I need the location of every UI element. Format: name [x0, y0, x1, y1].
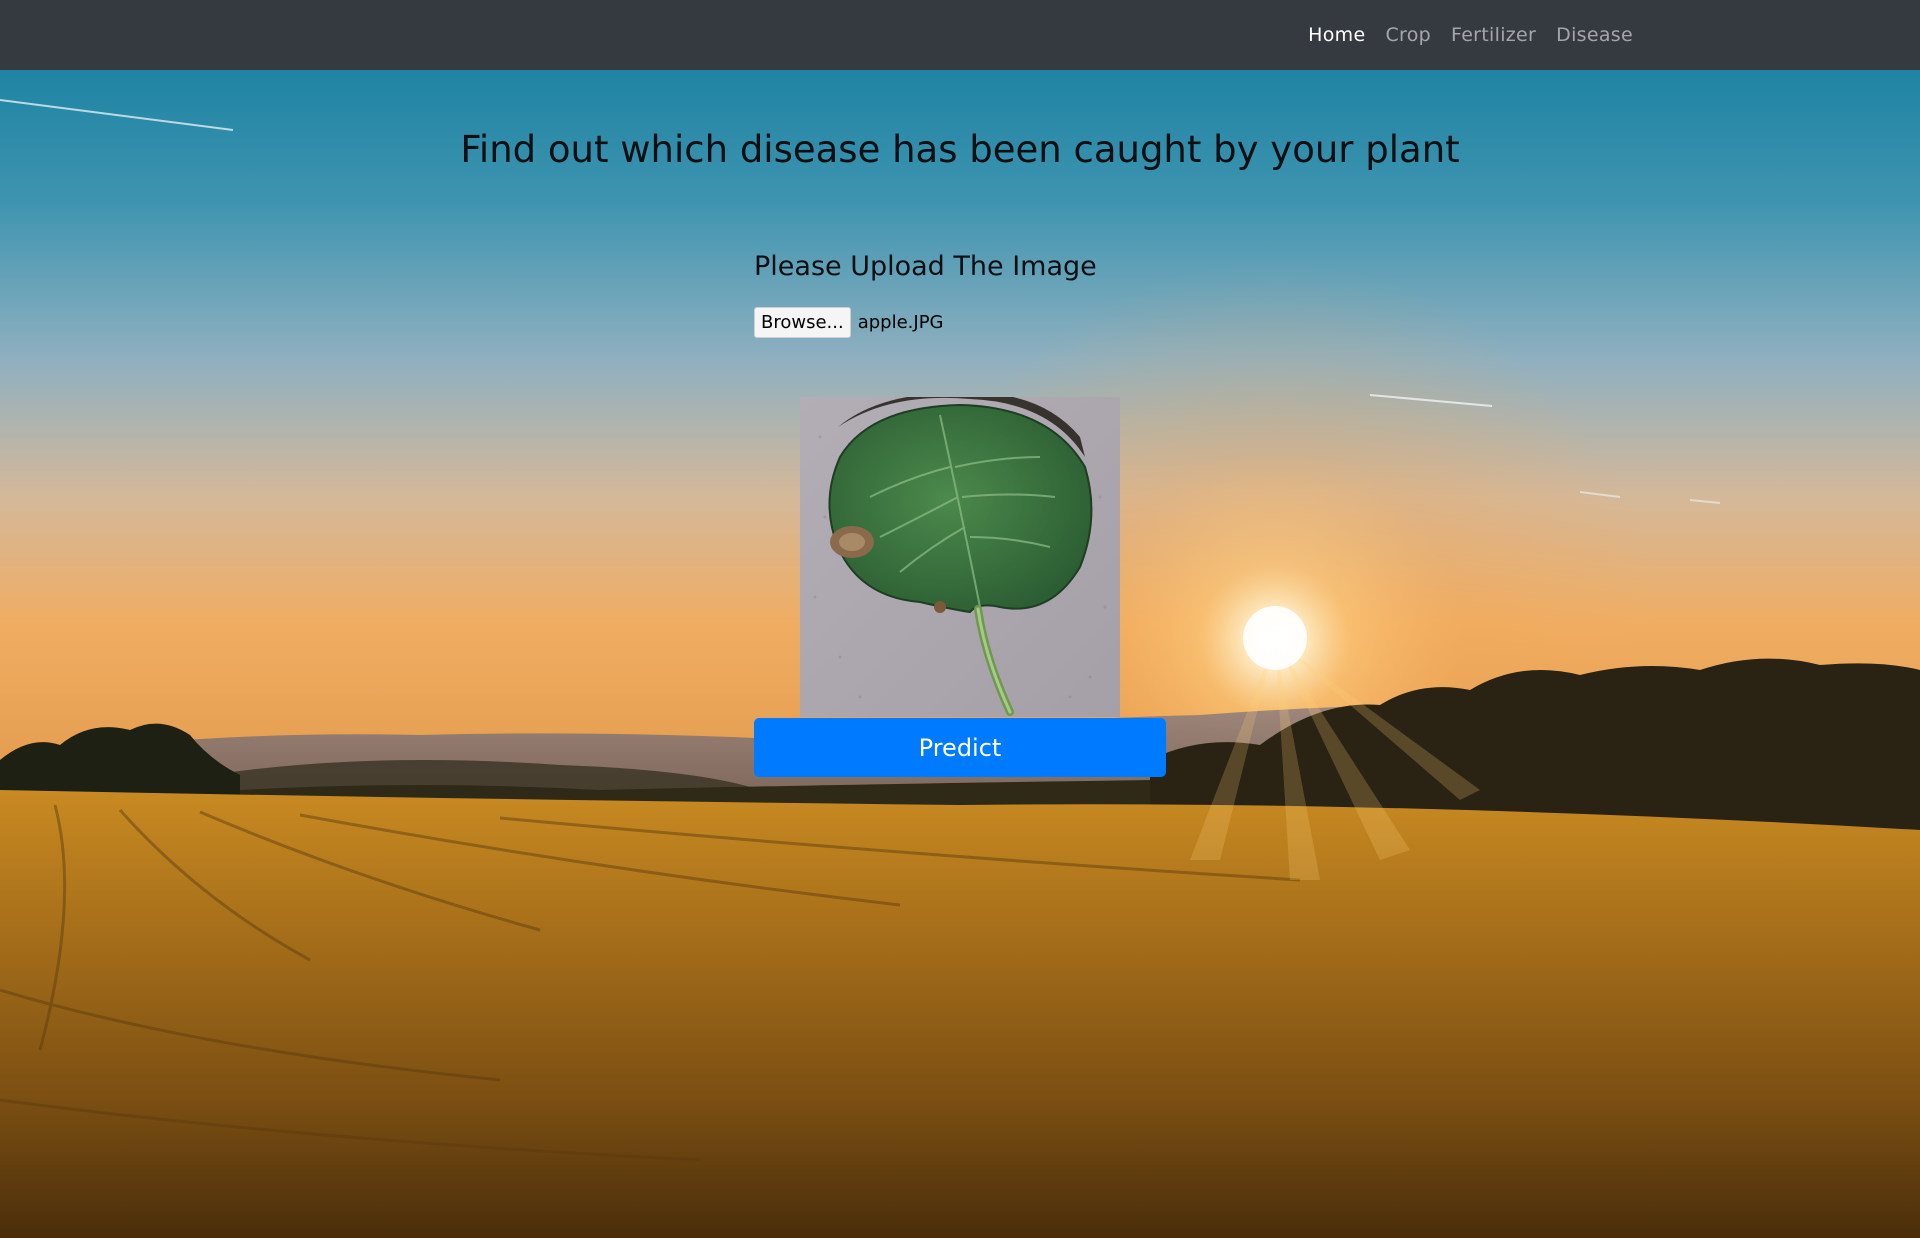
- nav-home[interactable]: Home: [1298, 24, 1375, 46]
- selected-file-name: apple.JPG: [857, 312, 944, 333]
- page-title: Find out which disease has been caught b…: [0, 128, 1920, 171]
- nav-crop[interactable]: Crop: [1375, 24, 1441, 46]
- leaf-image: [800, 397, 1120, 717]
- page: Home Crop Fertilizer Disease Find out wh…: [0, 0, 1920, 1238]
- predict-button[interactable]: Predict: [754, 718, 1166, 777]
- upload-label: Please Upload The Image: [754, 251, 1097, 282]
- uploaded-image-preview: [800, 397, 1120, 717]
- nav-links: Home Crop Fertilizer Disease: [1298, 0, 1643, 70]
- nav-fertilizer[interactable]: Fertilizer: [1441, 24, 1546, 46]
- browse-button[interactable]: Browse...: [754, 307, 851, 338]
- file-input[interactable]: Browse... apple.JPG: [754, 307, 944, 338]
- navbar: Home Crop Fertilizer Disease: [0, 0, 1920, 70]
- page-title-text: Find out which disease has been caught b…: [460, 128, 1460, 171]
- nav-disease[interactable]: Disease: [1546, 24, 1643, 46]
